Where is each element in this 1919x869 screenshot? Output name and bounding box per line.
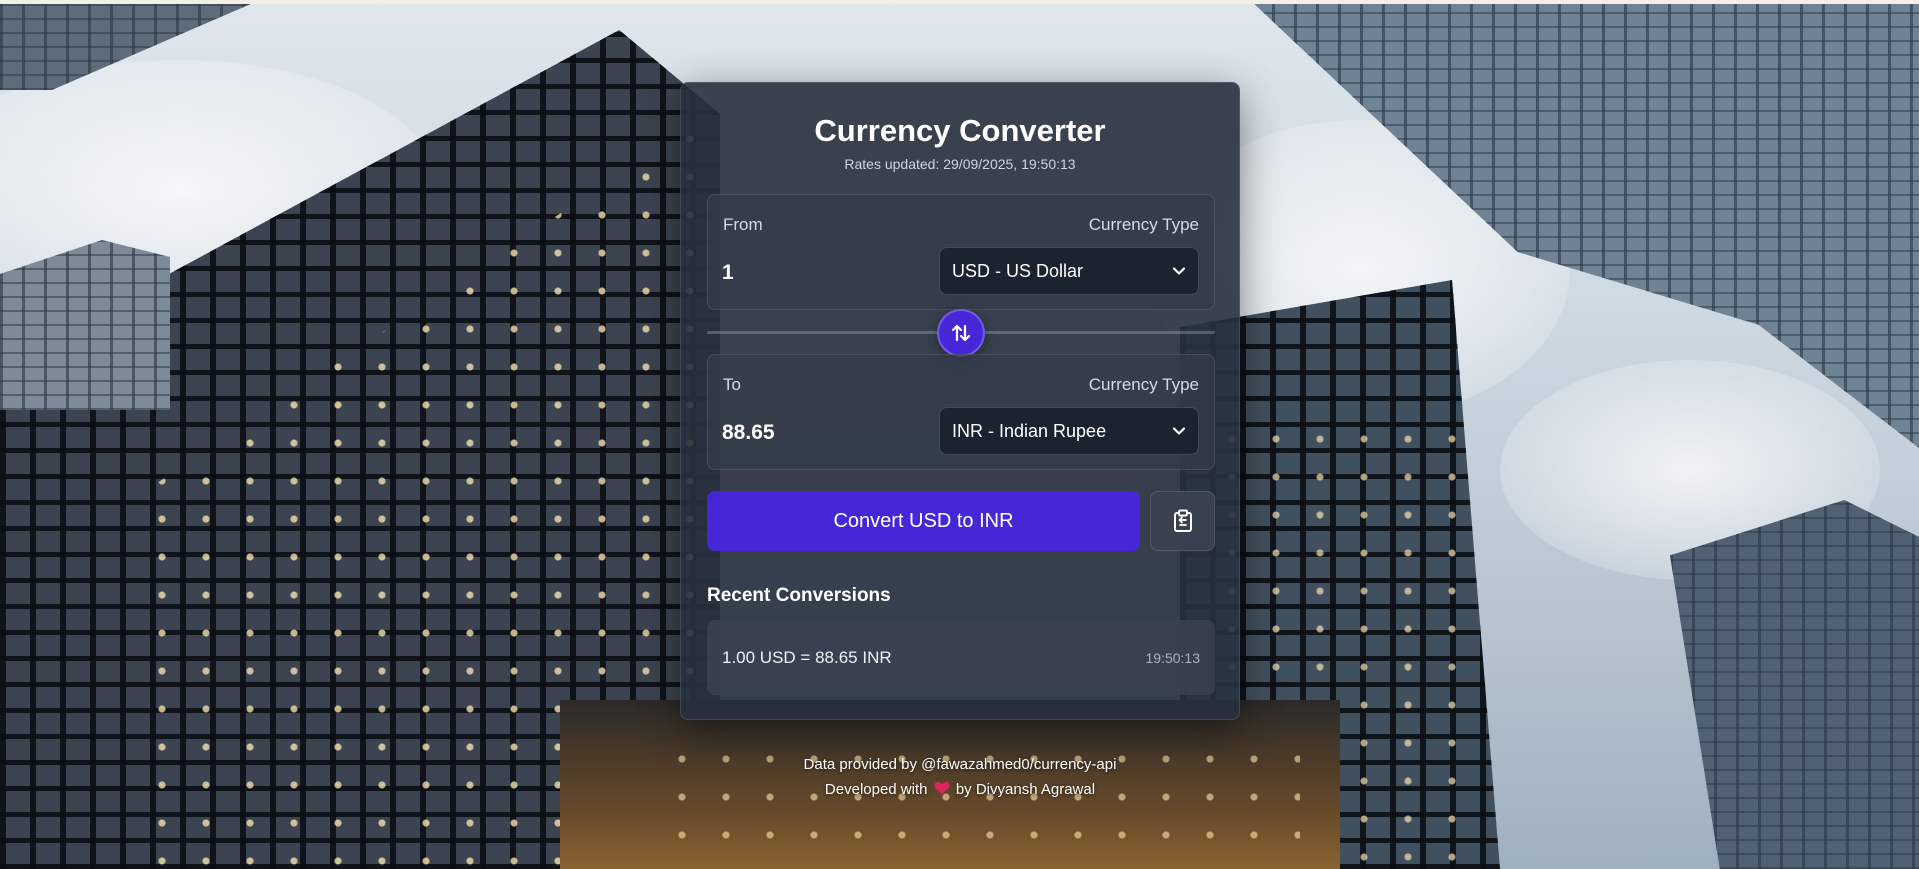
chevron-down-icon: [1172, 427, 1186, 435]
history-timestamp: 19:50:13: [1145, 649, 1201, 666]
developer-credit-prefix: Developed with: [824, 781, 928, 798]
history-conversion-text: 1.00 USD = 88.65 INR: [722, 647, 892, 667]
footer: Data provided by @fawazahmed0/currency-a…: [680, 752, 1240, 802]
top-border: [0, 0, 1919, 4]
to-label: To: [723, 375, 741, 394]
from-amount-input[interactable]: [722, 253, 922, 293]
rates-updated-text: Rates updated: 29/09/2025, 19:50:13: [844, 156, 1076, 172]
from-currency-type-label: Currency Type: [1088, 215, 1199, 234]
history-list-item[interactable]: 1.00 USD = 88.65 INR 19:50:13: [707, 620, 1215, 695]
to-currency-select[interactable]: INR - Indian Rupee: [939, 407, 1199, 455]
from-currency-select[interactable]: USD - US Dollar: [939, 247, 1199, 295]
building: [1670, 500, 1919, 869]
clipboard-icon: [1173, 509, 1192, 532]
data-credit-text: Data provided by @fawazahmed0/currency-a…: [803, 756, 1117, 773]
to-amount-output[interactable]: [722, 413, 922, 453]
recent-conversions-title: Recent Conversions: [707, 585, 891, 606]
to-currency-value: INR - Indian Rupee: [952, 420, 1107, 441]
convert-button[interactable]: Convert USD to INR: [707, 491, 1140, 551]
copy-result-button[interactable]: [1150, 491, 1215, 551]
swap-arrows-icon: [951, 324, 971, 342]
swap-currencies-button[interactable]: [937, 309, 985, 357]
heart-icon: [934, 782, 950, 795]
app-title: Currency Converter: [814, 113, 1106, 148]
from-label: From: [723, 215, 763, 234]
developer-credit: Developed with by Divyansh Agrawal: [680, 777, 1240, 802]
developer-credit-suffix: by Divyansh Agrawal: [955, 781, 1096, 798]
building: [0, 240, 170, 410]
to-currency-type-label: Currency Type: [1088, 375, 1199, 394]
chevron-down-icon: [1172, 267, 1186, 275]
converter-card: Currency Converter Rates updated: 29/09/…: [680, 82, 1240, 720]
to-panel: To Currency Type INR - Indian Rupee: [707, 354, 1215, 470]
from-panel: From Currency Type USD - US Dollar: [707, 194, 1215, 310]
from-currency-value: USD - US Dollar: [952, 260, 1084, 281]
